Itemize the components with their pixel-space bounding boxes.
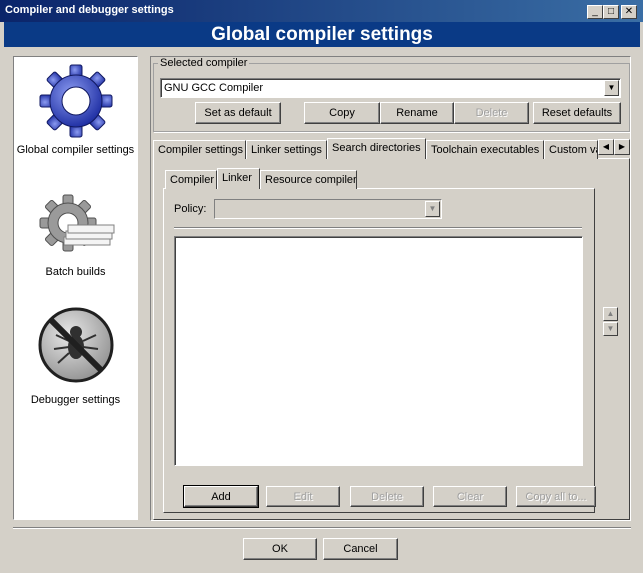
sidebar: Global compiler settings Batch builds De… (13, 56, 138, 520)
batch-gear-icon (39, 194, 114, 252)
delete-button[interactable]: Delete (350, 486, 424, 507)
subtab-compiler[interactable]: Compiler (165, 170, 217, 189)
window-title: Compiler and debugger settings (5, 4, 174, 16)
no-bug-icon (38, 307, 113, 383)
gear-icon (39, 64, 112, 138)
chevron-down-icon[interactable]: ▼ (604, 80, 619, 96)
policy-label: Policy: (174, 203, 207, 215)
page-title: Global compiler settings (4, 22, 640, 47)
tab-search-directories[interactable]: Search directories (327, 138, 426, 159)
selected-compiler-label: Selected compiler (158, 57, 250, 69)
reset-defaults-button[interactable]: Reset defaults (533, 102, 621, 124)
add-button[interactable]: Add (183, 485, 259, 508)
subtab-linker[interactable]: Linker (217, 168, 260, 189)
move-down-icon[interactable]: ▼ (603, 322, 618, 336)
tab-custom-variables[interactable]: Custom va (544, 140, 598, 159)
ok-button[interactable]: OK (243, 538, 317, 560)
separator (174, 227, 582, 229)
tab-compiler-settings[interactable]: Compiler settings (153, 140, 246, 159)
directory-list[interactable] (174, 236, 583, 466)
tab-scroll-left-icon[interactable]: ◀ (598, 139, 614, 155)
maximize-button[interactable]: □ (603, 5, 619, 19)
tab-scroll-right-icon[interactable]: ▶ (614, 139, 630, 155)
sidebar-item-debugger[interactable]: Debugger settings (14, 305, 137, 406)
policy-select[interactable]: ▼ (214, 199, 442, 219)
clear-button[interactable]: Clear (433, 486, 507, 507)
set-as-default-button[interactable]: Set as default (195, 102, 281, 124)
tab-toolchain-executables[interactable]: Toolchain executables (426, 140, 544, 159)
subtab-resource-compiler[interactable]: Resource compiler (260, 170, 357, 189)
delete-compiler-button[interactable]: Delete (454, 102, 529, 124)
minimize-button[interactable]: _ (587, 5, 603, 19)
edit-button[interactable]: Edit (266, 486, 340, 507)
cancel-button[interactable]: Cancel (323, 538, 398, 560)
close-button[interactable]: ✕ (621, 5, 637, 19)
sidebar-item-batch-builds[interactable]: Batch builds (14, 193, 137, 278)
tab-linker-settings[interactable]: Linker settings (246, 140, 327, 159)
sidebar-item-label: Global compiler settings (16, 144, 135, 156)
rename-button[interactable]: Rename (380, 102, 454, 124)
sidebar-item-label: Batch builds (45, 266, 106, 278)
policy-chevron-down-icon[interactable]: ▼ (425, 201, 440, 217)
sidebar-item-global-compiler[interactable]: Global compiler settings (14, 61, 137, 156)
copy-all-to-button[interactable]: Copy all to... (516, 486, 596, 507)
copy-button[interactable]: Copy (304, 102, 380, 124)
title-bar: Compiler and debugger settings _ □ ✕ (0, 0, 643, 22)
compiler-select[interactable]: GNU GCC Compiler ▼ (160, 78, 621, 98)
footer-separator (13, 527, 631, 529)
move-up-icon[interactable]: ▲ (603, 307, 618, 321)
compiler-select-value: GNU GCC Compiler (164, 82, 264, 94)
sidebar-item-label: Debugger settings (30, 394, 121, 406)
